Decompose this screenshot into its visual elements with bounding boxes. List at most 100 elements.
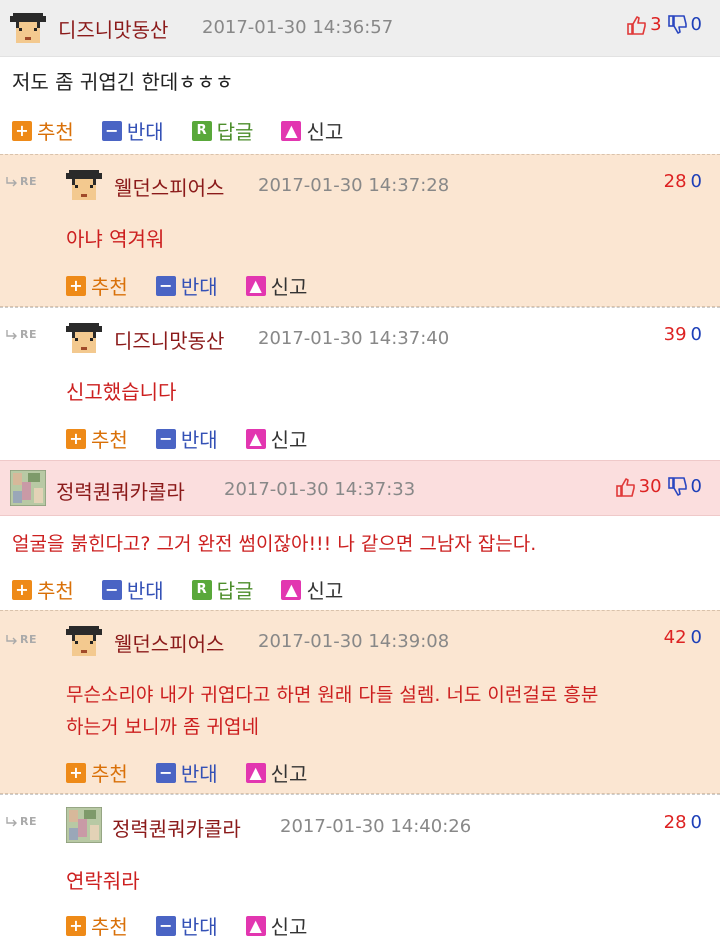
report-button[interactable]: ▲ 신고 [281, 116, 343, 145]
upvote-count: 42 [663, 627, 687, 648]
upvote-count: 28 [663, 171, 687, 192]
recommend-button[interactable]: + 추천 [12, 575, 74, 604]
comment-date: 2017-01-30 14:36:57 [202, 17, 394, 38]
downvote-count: 0 [690, 324, 702, 345]
comment-author[interactable]: 웰던스피어스 [114, 628, 224, 657]
vote-counts: 28 0 [664, 171, 702, 192]
minus-icon: − [101, 579, 122, 600]
comment-date: 2017-01-30 14:40:26 [280, 816, 472, 837]
comment-body-line-2: 하는거 보니까 좀 귀엽네 [66, 716, 259, 738]
comment-author[interactable]: 디즈니맛동산 [58, 14, 168, 43]
oppose-button[interactable]: − 반대 [155, 424, 218, 453]
reply-marker: RE [6, 328, 37, 341]
plus-icon: + [12, 579, 32, 600]
downvote-count: 0 [690, 627, 702, 648]
comment-body: 얼굴을 붉힌다고? 그거 완전 썸이잖아!!! 나 같으면 그남자 잡는다. [12, 533, 537, 555]
reply-marker: RE [6, 175, 37, 188]
reply-arrow-icon [6, 816, 17, 826]
comment-body: 연락줘라 [66, 869, 140, 893]
thumbs-up-icon[interactable] [627, 15, 647, 35]
pixel-avatar-face[interactable] [66, 167, 102, 203]
alarm-icon: ▲ [245, 275, 266, 296]
comment-body: 저도 좀 귀엽긴 한데ㅎㅎㅎ [12, 70, 234, 94]
comment-date: 2017-01-30 14:37:33 [224, 479, 416, 500]
oppose-button[interactable]: − 반대 [155, 911, 218, 940]
report-button[interactable]: ▲ 신고 [281, 575, 343, 604]
minus-icon: − [101, 120, 122, 141]
vote-counts: 39 0 [664, 324, 702, 345]
comment-body-line-1: 무슨소리야 내가 귀엽다고 하면 원래 다들 설렘. 너도 이런걸로 흥분 [66, 684, 599, 706]
pixel-avatar-face[interactable] [10, 10, 46, 46]
comment-date: 2017-01-30 14:37:28 [258, 175, 450, 196]
report-button[interactable]: ▲ 신고 [245, 758, 307, 787]
reply-arrow-icon [6, 634, 17, 644]
vote-counts: 3 0 [627, 14, 702, 35]
comment-header: 디즈니맛동산 2017-01-30 14:36:57 3 0 [0, 0, 720, 57]
pixel-avatar-face[interactable] [66, 320, 102, 356]
comment-actions: + 추천 − 반대 R 답글 ▲ 신고 [12, 575, 371, 604]
comment-author[interactable]: 정력퀀쿼카콜라 [56, 476, 185, 505]
recommend-button[interactable]: + 추천 [66, 271, 128, 300]
report-button[interactable]: ▲ 신고 [245, 424, 307, 453]
reply-arrow-icon [6, 176, 17, 186]
plus-icon: + [66, 762, 86, 783]
vote-counts: 42 0 [664, 627, 702, 648]
oppose-button[interactable]: − 반대 [101, 116, 164, 145]
vote-counts: 30 0 [615, 476, 702, 497]
minus-icon: − [155, 428, 176, 449]
comment-author[interactable]: 웰던스피어스 [114, 172, 224, 201]
reply-button[interactable]: R 답글 [191, 575, 253, 604]
comment-author[interactable]: 정력퀀쿼카콜라 [112, 813, 241, 842]
comment-6: RE 정력퀀쿼카콜라 2017-01-30 14:40:26 28 0 연락줘라… [0, 794, 720, 948]
comment-date: 2017-01-30 14:37:40 [258, 328, 450, 349]
upvote-count: 3 [650, 14, 662, 35]
alarm-icon: ▲ [281, 120, 302, 141]
recommend-button[interactable]: + 추천 [66, 758, 128, 787]
thumbs-down-icon[interactable] [667, 14, 688, 35]
reply-button[interactable]: R 답글 [191, 116, 253, 145]
alarm-icon: ▲ [245, 915, 266, 936]
comment-body: 신고했습니다 [66, 380, 177, 404]
report-button[interactable]: ▲ 신고 [245, 911, 307, 940]
comment-2: RE 웰던스피어스 2017-01-30 14:37:28 28 0 아냐 역겨… [0, 154, 720, 307]
recommend-button[interactable]: + 추천 [12, 116, 74, 145]
upvote-count: 30 [638, 476, 662, 497]
upvote-count: 28 [663, 812, 687, 833]
recommend-button[interactable]: + 추천 [66, 911, 128, 940]
minus-icon: − [155, 915, 176, 936]
comment-header: 정력퀀쿼카콜라 2017-01-30 14:37:33 30 0 [0, 460, 720, 516]
oppose-button[interactable]: − 반대 [101, 575, 164, 604]
thumbs-down-icon[interactable] [667, 476, 688, 497]
comment-actions: + 추천 − 반대 R 답글 ▲ 신고 [12, 116, 371, 145]
oppose-button[interactable]: − 반대 [155, 271, 218, 300]
minus-icon: − [155, 275, 176, 296]
minus-icon: − [155, 762, 176, 783]
pixel-avatar-face[interactable] [66, 623, 102, 659]
reply-r-icon: R [191, 120, 212, 141]
plus-icon: + [66, 915, 86, 936]
vote-counts: 28 0 [664, 812, 702, 833]
reply-r-icon: R [191, 579, 212, 600]
reply-marker: RE [6, 633, 37, 646]
alarm-icon: ▲ [245, 428, 266, 449]
comment-4: 정력퀀쿼카콜라 2017-01-30 14:37:33 30 0 얼굴을 붉힌다… [0, 460, 720, 610]
report-button[interactable]: ▲ 신고 [245, 271, 307, 300]
plus-icon: + [12, 120, 32, 141]
thumbs-up-icon[interactable] [615, 477, 636, 497]
photo-avatar[interactable] [10, 470, 46, 506]
comment-date: 2017-01-30 14:39:08 [258, 631, 450, 652]
comment-3: RE 디즈니맛동산 2017-01-30 14:37:40 39 0 신고했습니… [0, 307, 720, 460]
comment-author[interactable]: 디즈니맛동산 [114, 325, 224, 354]
comment-actions: + 추천 − 반대 ▲ 신고 [66, 271, 335, 300]
comment-5: RE 웰던스피어스 2017-01-30 14:39:08 42 0 무슨소리야… [0, 610, 720, 794]
alarm-icon: ▲ [281, 579, 302, 600]
comment-actions: + 추천 − 반대 ▲ 신고 [66, 424, 335, 453]
downvote-count: 0 [690, 14, 702, 35]
plus-icon: + [66, 275, 86, 296]
oppose-button[interactable]: − 반대 [155, 758, 218, 787]
downvote-count: 0 [690, 476, 702, 497]
photo-avatar[interactable] [66, 807, 102, 843]
comment-1: 디즈니맛동산 2017-01-30 14:36:57 3 0 저도 좀 귀엽긴 … [0, 0, 720, 154]
recommend-button[interactable]: + 추천 [66, 424, 128, 453]
comment-actions: + 추천 − 반대 ▲ 신고 [66, 911, 335, 940]
